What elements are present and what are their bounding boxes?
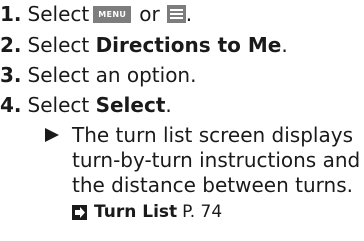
result-line: turn-by-turn instructions and (72, 148, 361, 172)
step-number: 2. (0, 33, 22, 57)
step-text: Select an option. (27, 63, 197, 87)
result-line: the distance between turns. (72, 173, 353, 197)
select-label: Select (95, 93, 166, 117)
step-4: 4. Select Select. (0, 93, 172, 117)
instruction-page: 1. Select MENU or . 2. Select Directions… (0, 0, 364, 241)
step-connector: or (139, 2, 160, 26)
step-3: 3. Select an option. (0, 63, 196, 87)
result-line: The turn list screen displays (72, 123, 353, 147)
step-number: 3. (0, 63, 22, 87)
cross-reference-label[interactable]: Turn List (94, 202, 177, 222)
result-triangle-icon (45, 128, 59, 142)
step-text: Select (27, 2, 90, 26)
step-suffix: . (165, 93, 172, 117)
cross-reference-arrow-icon (72, 204, 87, 220)
step-number: 1. (0, 2, 22, 26)
step-2: 2. Select Directions to Me. (0, 33, 288, 57)
step-result: The turn list screen displays turn-by-tu… (44, 123, 362, 198)
step-text: Select (27, 93, 90, 117)
step-suffix: . (281, 33, 288, 57)
directions-to-me-label: Directions to Me (95, 33, 282, 57)
list-menu-icon (166, 5, 186, 23)
menu-button-icon: MENU (93, 5, 132, 23)
step-text: Select (27, 33, 90, 57)
cross-reference[interactable]: Turn List P. 74 (72, 202, 222, 222)
cross-reference-page: P. 74 (182, 202, 223, 222)
step-1: 1. Select MENU or . (0, 2, 192, 26)
step-number: 4. (0, 93, 22, 117)
step-suffix: . (185, 2, 193, 26)
